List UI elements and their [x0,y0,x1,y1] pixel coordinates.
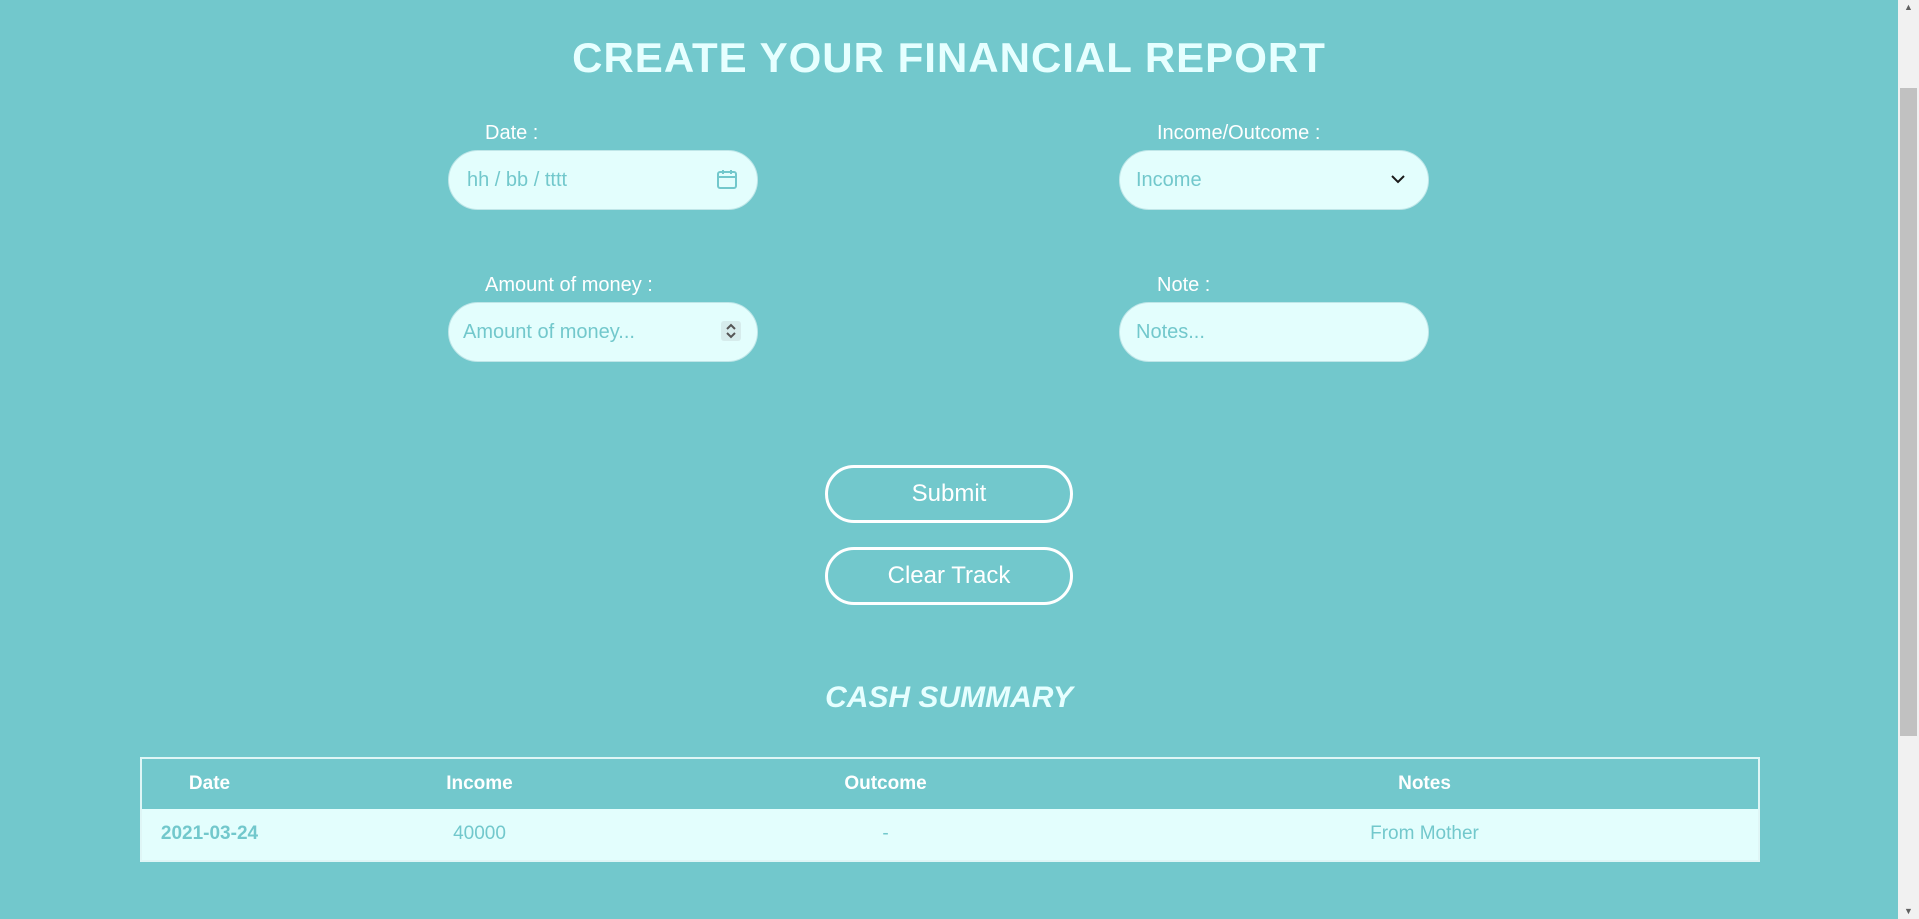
note-label: Note : [1157,274,1211,296]
amount-placeholder: Amount of money... [463,321,635,343]
date-placeholder: hh / bb / tttt [467,169,568,191]
row-notes: From Mother [1370,823,1479,844]
page: CREATE YOUR FINANCIAL REPORT Date : hh /… [0,0,1898,919]
date-input[interactable]: hh / bb / tttt [448,150,758,210]
row-outcome: - [882,823,889,844]
scrollbar-thumb[interactable] [1900,88,1917,736]
table-row: 2021-03-24 40000 - From Mother [142,809,1758,860]
cash-summary-table: Date Income Outcome Notes 2021-03-24 400… [140,757,1760,862]
column-header-date: Date [188,773,231,794]
vertical-scrollbar[interactable]: ▲ ▼ [1898,0,1919,919]
page-title: CREATE YOUR FINANCIAL REPORT [572,34,1326,81]
note-placeholder: Notes... [1136,321,1205,343]
spinner-icon[interactable] [719,319,743,343]
calendar-icon[interactable] [715,167,739,191]
amount-input[interactable]: Amount of money... [448,302,758,362]
row-income: 40000 [453,823,506,844]
column-header-notes: Notes [1398,773,1451,794]
note-input[interactable]: Notes... [1119,302,1429,362]
type-select[interactable]: Income [1119,150,1429,210]
date-label: Date : [485,122,539,144]
summary-title: CASH SUMMARY [825,681,1073,714]
type-label: Income/Outcome : [1157,122,1321,144]
table-header: Date Income Outcome Notes [142,759,1758,809]
row-date: 2021-03-24 [160,823,259,844]
type-selected: Income [1136,169,1202,191]
column-header-income: Income [446,773,513,794]
scroll-up-icon[interactable]: ▲ [1904,3,1913,12]
column-header-outcome: Outcome [844,773,927,794]
clear-track-button[interactable]: Clear Track [825,547,1073,605]
chevron-down-icon [1391,175,1405,184]
scroll-down-icon[interactable]: ▼ [1904,907,1913,916]
submit-button[interactable]: Submit [825,465,1073,523]
amount-label: Amount of money : [485,274,653,296]
